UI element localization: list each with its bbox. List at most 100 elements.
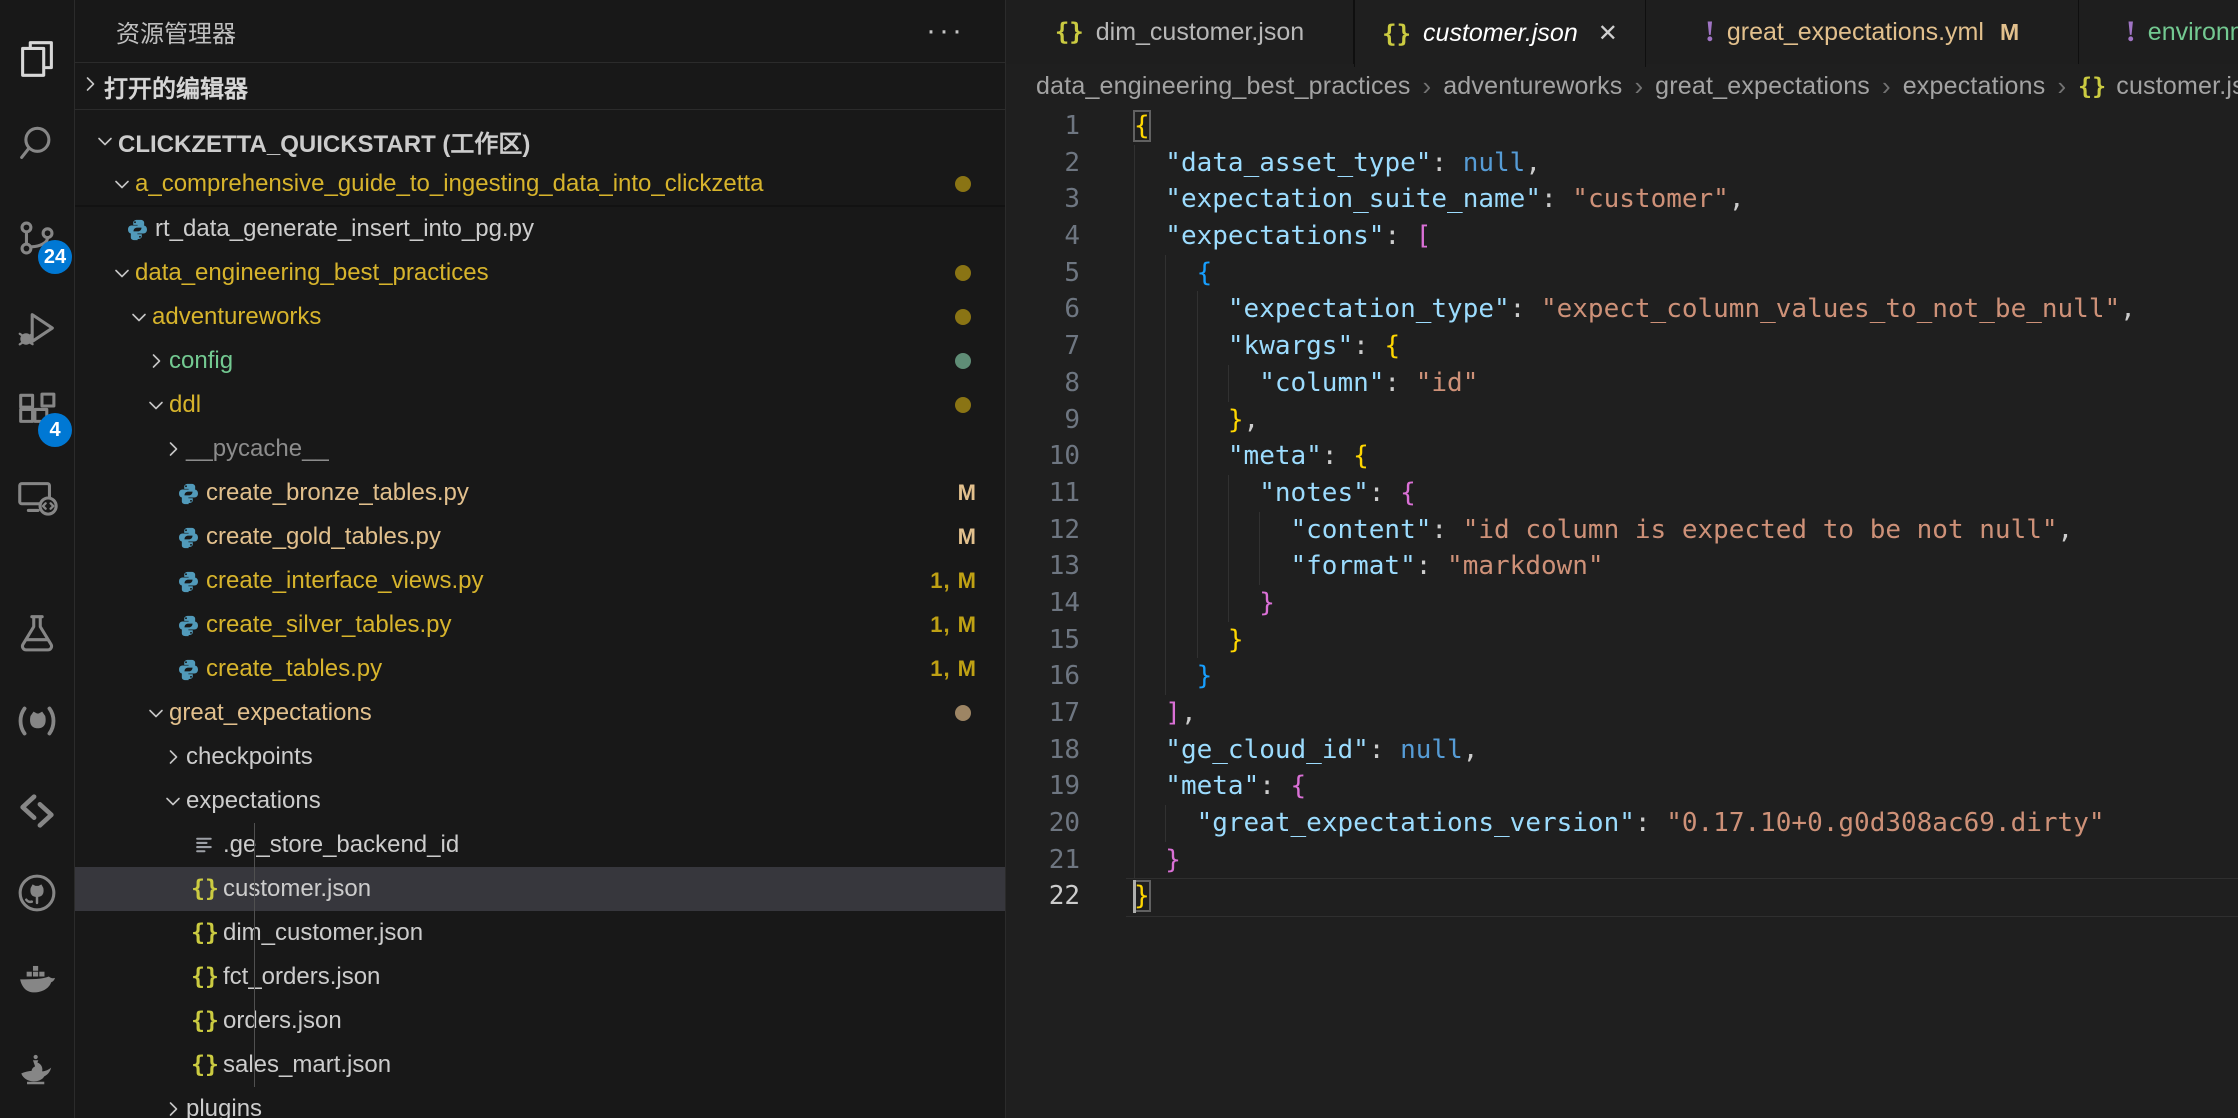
code-line-13[interactable]: 13"format": "markdown" (1006, 548, 2238, 585)
tree-folder-config[interactable]: config (74, 339, 1005, 383)
line-number: 17 (1006, 695, 1080, 732)
python-icon (174, 525, 202, 550)
breadcrumb-item[interactable]: great_expectations (1655, 72, 1870, 101)
tree-folder-plugins[interactable]: plugins (74, 1087, 1005, 1118)
tree-folder-CLICKZETTA_QUICKSTART (工作区)[interactable]: CLICKZETTA_QUICKSTART (工作区) (74, 119, 1005, 163)
tab-environment.yml[interactable]: !environment.yml (2079, 0, 2238, 64)
tree-item-label: create_bronze_tables.py (206, 479, 469, 507)
tree-folder-__pycache__[interactable]: __pycache__ (74, 427, 1005, 471)
tree-file-create_gold_tables.py[interactable]: create_gold_tables.pyM (74, 515, 1005, 559)
close-icon[interactable]: ✕ (1598, 19, 1618, 48)
open-editors-label: 打开的编辑器 (104, 69, 248, 104)
python-icon (174, 569, 202, 594)
code-line-8[interactable]: 8"column": "id" (1006, 365, 2238, 402)
activity-item-genie[interactable] (0, 1028, 74, 1108)
tab-label: environment.yml (2148, 18, 2238, 47)
code-line-15[interactable]: 15} (1006, 622, 2238, 659)
line-number: 6 (1006, 291, 1080, 328)
tree-file-create_silver_tables.py[interactable]: create_silver_tables.py1, M (74, 603, 1005, 647)
activity-item-github[interactable] (0, 855, 74, 935)
breadcrumb-item-file[interactable]: {}customer.json (2078, 72, 2238, 101)
code-line-21[interactable]: 21} (1006, 842, 2238, 879)
tree-file-create_interface_views.py[interactable]: create_interface_views.py1, M (74, 559, 1005, 603)
code-line-7[interactable]: 7"kwargs": { (1006, 328, 2238, 365)
code-line-2[interactable]: 2"data_asset_type": null, (1006, 145, 2238, 182)
tree-folder-great_expectations[interactable]: great_expectations (74, 691, 1005, 735)
activity-item-extensions[interactable]: 4 (0, 373, 74, 453)
activity-item-remote-explorer[interactable] (0, 460, 74, 540)
activity-item-search[interactable] (0, 106, 74, 186)
activity-item-ai-assistant-cat[interactable] (0, 683, 74, 763)
tree-item-label: .ge_store_backend_id (223, 831, 459, 859)
more-actions-icon[interactable]: ··· (926, 14, 965, 48)
modified-dot-badge (955, 705, 971, 721)
tree-file-sales_mart.json[interactable]: {}sales_mart.json (74, 1043, 1005, 1087)
code-line-4[interactable]: 4"expectations": [ (1006, 218, 2238, 255)
code-line-19[interactable]: 19"meta": { (1006, 768, 2238, 805)
chevron-down-icon (143, 701, 169, 725)
json-braces-icon: {} (191, 1008, 219, 1034)
tree-file-orders.json[interactable]: {}orders.json (74, 999, 1005, 1043)
code-line-1[interactable]: 1{ (1006, 108, 2238, 145)
tree-folder-data_engineering_best_practices[interactable]: data_engineering_best_practices (74, 251, 1005, 295)
vscode-window: 24 4 资源管理器 ··· 打开的编辑器 CLICKZETTA_QUICKSTA… (0, 0, 2238, 1118)
activity-item-docker[interactable] (0, 941, 74, 1021)
activity-item-explorer[interactable] (0, 21, 74, 101)
angle-link-icon (14, 788, 60, 839)
chevron-right-icon (160, 437, 186, 461)
tab-customer.json[interactable]: {}customer.json✕ (1354, 0, 1646, 67)
docker-icon (14, 956, 60, 1007)
code-line-22[interactable]: 22} (1006, 878, 2238, 915)
tree-folder-checkpoints[interactable]: checkpoints (74, 735, 1005, 779)
tree-file-fct_orders.json[interactable]: {}fct_orders.json (74, 955, 1005, 999)
chevron-right-icon (160, 1097, 186, 1118)
code-line-12[interactable]: 12"content": "id column is expected to b… (1006, 512, 2238, 549)
code-line-14[interactable]: 14} (1006, 585, 2238, 622)
json-braces-icon: {} (191, 1052, 219, 1078)
code-line-20[interactable]: 20"great_expectations_version": "0.17.10… (1006, 805, 2238, 842)
tab-label: great_expectations.yml (1727, 18, 1984, 47)
open-editors-section[interactable]: 打开的编辑器 (74, 62, 1005, 110)
code-line-18[interactable]: 18"ge_cloud_id": null, (1006, 732, 2238, 769)
tab-dim_customer.json[interactable]: {}dim_customer.json (1006, 0, 1354, 64)
tree-folder-expectations[interactable]: expectations (74, 779, 1005, 823)
activity-item-run-and-debug[interactable] (0, 291, 74, 371)
code-line-9[interactable]: 9}, (1006, 402, 2238, 439)
tree-item-label: orders.json (223, 1007, 342, 1035)
code-line-10[interactable]: 10"meta": { (1006, 438, 2238, 475)
line-number: 8 (1006, 365, 1080, 402)
tree-folder-a_comprehensive_guide_to_ingesting_data_into_clickzetta[interactable]: a_comprehensive_guide_to_ingesting_data_… (74, 163, 1005, 207)
code-line-16[interactable]: 16} (1006, 658, 2238, 695)
explorer-title: 资源管理器 (116, 14, 236, 49)
line-number: 2 (1006, 145, 1080, 182)
activity-item-testing[interactable] (0, 595, 74, 675)
tab-bar: {}dim_customer.json{}customer.json✕!grea… (1006, 0, 2238, 64)
line-number: 1 (1006, 108, 1080, 145)
breadcrumb-item[interactable]: data_engineering_best_practices (1036, 72, 1411, 101)
json-braces-icon: {} (191, 920, 219, 946)
tree-file-dim_customer.json[interactable]: {}dim_customer.json (74, 911, 1005, 955)
breadcrumb-item[interactable]: expectations (1903, 72, 2046, 101)
python-icon (174, 657, 202, 682)
line-number: 19 (1006, 768, 1080, 805)
tree-file-.ge_store_backend_id[interactable]: .ge_store_backend_id (74, 823, 1005, 867)
current-line-highlight (1126, 878, 2238, 917)
code-line-6[interactable]: 6"expectation_type": "expect_column_valu… (1006, 291, 2238, 328)
activity-bar: 24 4 (0, 0, 75, 1118)
tree-folder-adventureworks[interactable]: adventureworks (74, 295, 1005, 339)
tree-file-customer.json[interactable]: {}customer.json (74, 867, 1005, 911)
code-line-17[interactable]: 17], (1006, 695, 2238, 732)
tree-folder-ddl[interactable]: ddl (74, 383, 1005, 427)
tree-file-rt_data_generate_insert_into_pg.py[interactable]: rt_data_generate_insert_into_pg.py (74, 207, 1005, 251)
tab-great_expectations.yml[interactable]: !great_expectations.ymlM (1646, 0, 2079, 64)
tree-file-create_tables.py[interactable]: create_tables.py1, M (74, 647, 1005, 691)
code-line-11[interactable]: 11"notes": { (1006, 475, 2238, 512)
activity-item-source-control[interactable]: 24 (0, 200, 74, 280)
breadcrumb-item[interactable]: adventureworks (1443, 72, 1622, 101)
code-line-3[interactable]: 3"expectation_suite_name": "customer", (1006, 181, 2238, 218)
code-editor[interactable]: 1{2"data_asset_type": null,3"expectation… (1006, 108, 2238, 1118)
git-status-badge: 1, M (930, 656, 977, 682)
activity-item-code-link[interactable] (0, 773, 74, 853)
code-line-5[interactable]: 5{ (1006, 255, 2238, 292)
tree-file-create_bronze_tables.py[interactable]: create_bronze_tables.pyM (74, 471, 1005, 515)
